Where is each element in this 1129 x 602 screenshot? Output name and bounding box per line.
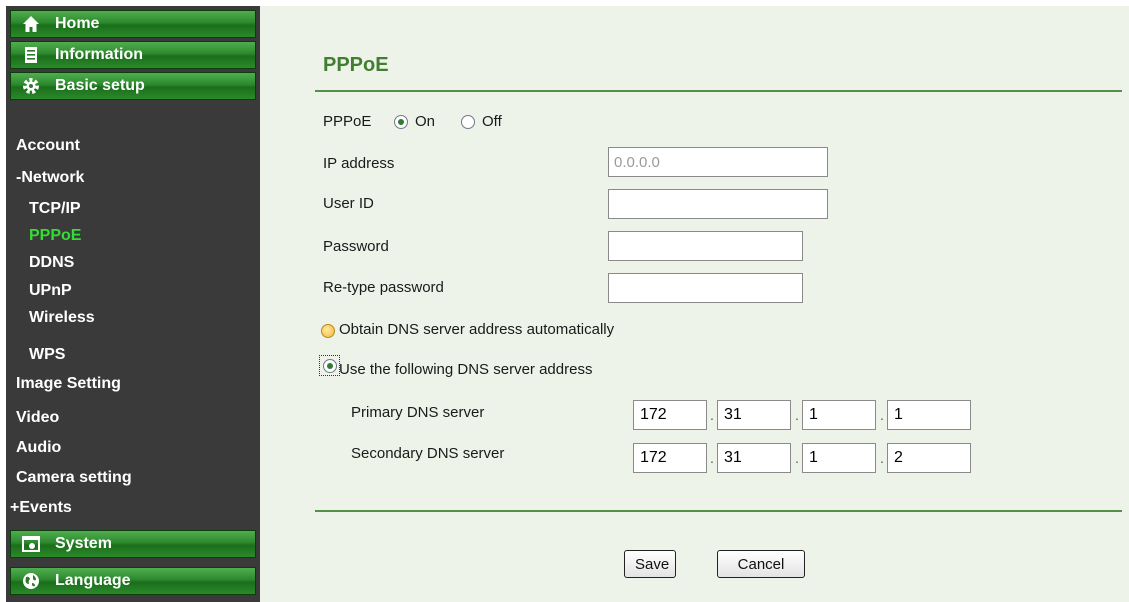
pppoe-off-label[interactable]: Off (482, 113, 502, 130)
information-section[interactable]: Information (10, 41, 256, 69)
sidebar-item-pppoe[interactable]: PPPoE (29, 225, 81, 247)
save-button[interactable]: Save (624, 550, 676, 578)
primary-dns-sep-1: . (710, 407, 714, 423)
sidebar-item-upnp[interactable]: UPnP (29, 280, 72, 302)
pppoe-off-radio[interactable] (461, 115, 475, 129)
sidebar-item-wireless[interactable]: Wireless (29, 307, 95, 329)
dns-manual-radio[interactable] (323, 359, 337, 373)
home-label: Home (55, 15, 100, 32)
language-section[interactable]: Language (10, 567, 256, 595)
main-content: PPPoE PPPoE On Off IP address User ID Pa… (260, 6, 1129, 602)
sidebar-item-ddns[interactable]: DDNS (29, 252, 74, 274)
dns-auto-radio[interactable] (321, 324, 335, 338)
secondary-dns-octet-4[interactable] (887, 443, 971, 473)
bottom-divider (315, 510, 1122, 512)
sidebar-item-video[interactable]: Video (16, 407, 59, 429)
secondary-dns-sep-2: . (795, 450, 799, 466)
dns-auto-label[interactable]: Obtain DNS server address automatically (339, 321, 614, 338)
secondary-dns-sep-1: . (710, 450, 714, 466)
pppoe-label: PPPoE (323, 113, 372, 130)
globe-icon (22, 572, 40, 590)
gear-icon (22, 77, 40, 95)
language-label: Language (55, 572, 131, 589)
sidebar-item-camera-setting[interactable]: Camera setting (16, 467, 132, 489)
system-section[interactable]: System (10, 530, 256, 558)
user-id-field[interactable] (608, 189, 828, 219)
sidebar-item-account[interactable]: Account (16, 135, 80, 157)
password-label: Password (323, 238, 389, 255)
information-label: Information (55, 46, 143, 63)
home-icon (22, 15, 40, 33)
page-title: PPPoE (323, 54, 389, 76)
home-section[interactable]: Home (10, 10, 256, 38)
primary-dns-sep-3: . (880, 407, 884, 423)
system-icon (22, 535, 40, 553)
primary-dns-octet-1[interactable] (633, 400, 707, 430)
sidebar-item-events[interactable]: +Events (10, 497, 72, 519)
dns-manual-label[interactable]: Use the following DNS server address (339, 361, 592, 378)
basic-setup-label: Basic setup (55, 77, 145, 94)
primary-dns-octet-4[interactable] (887, 400, 971, 430)
user-id-label: User ID (323, 195, 374, 212)
primary-dns-octet-3[interactable] (802, 400, 876, 430)
ip-address-label: IP address (323, 155, 395, 172)
sidebar-item-network[interactable]: -Network (16, 167, 84, 189)
pppoe-on-label[interactable]: On (415, 113, 435, 130)
title-divider (315, 90, 1122, 92)
cancel-button[interactable]: Cancel (717, 550, 805, 578)
secondary-dns-octet-1[interactable] (633, 443, 707, 473)
sidebar-item-tcpip[interactable]: TCP/IP (29, 198, 81, 220)
primary-dns-label: Primary DNS server (351, 404, 485, 421)
sidebar-item-image-setting[interactable]: Image Setting (16, 373, 121, 395)
secondary-dns-octet-3[interactable] (802, 443, 876, 473)
system-label: System (55, 535, 112, 552)
sidebar-item-wps[interactable]: WPS (29, 344, 65, 366)
secondary-dns-octet-2[interactable] (717, 443, 791, 473)
retype-password-field[interactable] (608, 273, 803, 303)
document-icon (22, 46, 40, 64)
secondary-dns-sep-3: . (880, 450, 884, 466)
primary-dns-sep-2: . (795, 407, 799, 423)
sidebar: Home Information Basic setup Account -Ne… (6, 6, 260, 602)
retype-password-label: Re-type password (323, 279, 444, 296)
pppoe-on-radio[interactable] (394, 115, 408, 129)
password-field[interactable] (608, 231, 803, 261)
basic-setup-section[interactable]: Basic setup (10, 72, 256, 100)
sidebar-item-audio[interactable]: Audio (16, 437, 61, 459)
secondary-dns-label: Secondary DNS server (351, 445, 505, 462)
ip-address-field[interactable] (608, 147, 828, 177)
primary-dns-octet-2[interactable] (717, 400, 791, 430)
